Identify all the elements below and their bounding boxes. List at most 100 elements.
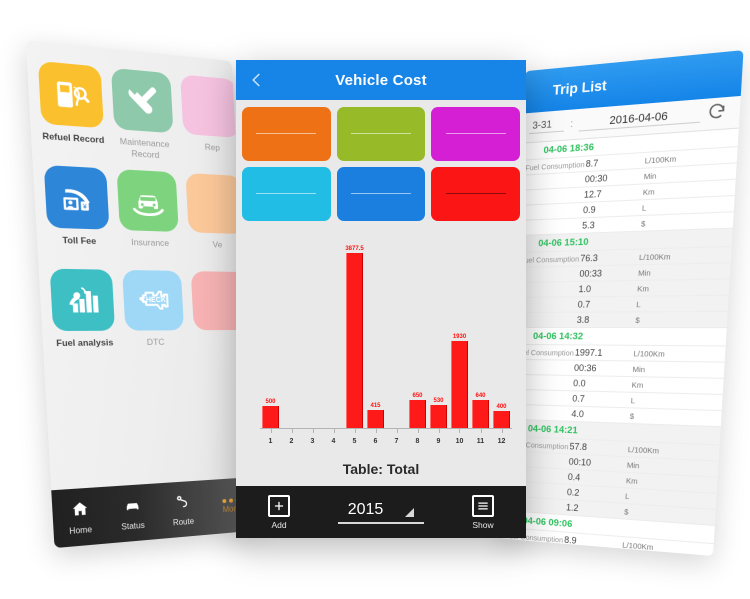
trip-entry[interactable]: 04-06 18:36 Fuel Consumption 8.7 L/100Km 00:… (515, 128, 739, 237)
chart-caption: Table: Total (342, 461, 420, 477)
bar-column: 415 (366, 243, 384, 429)
trip-metric-label (519, 274, 579, 275)
cost-card-toll-fee[interactable] (336, 107, 426, 161)
cost-card-divider (445, 193, 506, 194)
bar (492, 410, 510, 429)
cost-summary-cards (236, 100, 526, 225)
x-axis-tick-mark (459, 429, 461, 433)
bar (450, 341, 468, 429)
bar-value-label: 530 (433, 397, 444, 404)
plus-icon (268, 494, 290, 517)
trip-metric-unit: L/100Km (627, 444, 660, 456)
car-status-icon (123, 495, 142, 519)
trip-metric-row: 0.7 L (511, 294, 729, 312)
trip-metric-value: 00:30 (584, 172, 608, 185)
trip-metric-value: 1997.1 (574, 347, 603, 358)
trip-metric-unit: L (636, 299, 641, 309)
show-button[interactable]: Show (440, 494, 526, 530)
app-tile-rep[interactable]: Rep (180, 74, 241, 172)
refresh-icon[interactable] (706, 100, 732, 126)
toll-booth-icon: ¥ (43, 164, 110, 230)
nav-item-label: Route (172, 516, 195, 527)
bar (345, 253, 363, 429)
date-from-field[interactable]: 3-31 (529, 118, 565, 135)
app-tile-label: Refuel Record (42, 130, 105, 146)
trip-metric-unit: L (641, 202, 647, 213)
app-tile-label: Ve (212, 239, 223, 250)
x-axis-tick-mark (291, 429, 293, 433)
bar-value-label: 500 (265, 399, 276, 406)
page-title: Vehicle Cost (335, 71, 427, 89)
app-tile-insurance[interactable]: Insurance (116, 169, 181, 267)
app-tile-fuel-analysis[interactable]: Fuel analysis (49, 268, 117, 368)
app-tile-label: Rep (204, 141, 221, 153)
x-axis-tick-label: 3 (310, 438, 315, 445)
nav-item-home[interactable]: Home (52, 498, 108, 537)
app-tile-maintenance-record[interactable]: Maintenance Record (110, 67, 175, 168)
bottom-nav-bar: Home Status Route More (51, 477, 257, 549)
promo-composite: Refuel Record Maintenance Record Rep ¥ Toll … (0, 0, 750, 599)
show-button-label: Show (472, 519, 494, 530)
bar (261, 406, 279, 429)
x-axis-tick-label: 11 (476, 438, 485, 445)
trip-metric-value: 5.3 (581, 219, 596, 231)
x-axis-tick-label: 6 (373, 438, 378, 445)
bar-column: 500 (261, 243, 279, 429)
trip-metric-label: Fuel Consumption (525, 159, 585, 173)
trip-metric-row: 3.8 $ (510, 310, 728, 328)
trip-metric-value: 8.7 (585, 157, 599, 170)
trip-metric-unit: Km (637, 283, 650, 294)
add-button[interactable]: Add (236, 494, 322, 530)
trip-timestamp: 04-06 14:32 (532, 330, 584, 343)
trip-metric-unit: $ (635, 314, 641, 325)
x-axis-tick-mark (417, 429, 419, 433)
app-tile-label: DTC (146, 336, 165, 348)
trip-entry[interactable]: 04-06 15:10 Fuel Consumption 76.3 L/100Km 00… (510, 228, 733, 329)
bar (471, 399, 489, 429)
car-hand-icon (116, 169, 179, 232)
bar-column: 650 (408, 243, 426, 429)
app-tile-label: Maintenance Record (119, 135, 170, 160)
cost-card-repair-fee[interactable] (242, 107, 331, 161)
cost-card-fuel-cost[interactable] (242, 167, 331, 221)
app-tile-toll-fee[interactable]: ¥ Toll Fee (43, 164, 112, 266)
trip-metric-unit: Km (631, 379, 644, 390)
cost-card-insurance[interactable] (431, 107, 520, 161)
cost-card-total[interactable] (431, 167, 520, 221)
bar-value-label: 3877.5 (345, 246, 364, 253)
bar-column: 3877.5 (345, 243, 364, 429)
cost-card-divider (256, 193, 317, 194)
trip-metric-value: 00:19 (563, 549, 586, 556)
trip-list[interactable]: 04-06 18:36 Fuel Consumption 8.7 L/100Km 00:… (499, 128, 739, 556)
right-phone-screen: Trip List 3-31 : 2016-04-06 04-06 18:36 F… (499, 50, 744, 556)
bar (408, 399, 426, 429)
trip-metric-unit: L/100Km (622, 539, 654, 552)
bar-column: 530 (429, 243, 447, 429)
trip-metric-label (519, 289, 579, 290)
left-phone-screen: Refuel Record Maintenance Record Rep ¥ Toll … (25, 40, 257, 549)
trip-metric-value: 0.7 (577, 299, 591, 310)
x-axis-tick-mark (270, 429, 272, 433)
route-pin-icon (173, 492, 191, 516)
bar-value-label: 415 (370, 403, 381, 410)
nav-item-route[interactable]: Route (157, 491, 208, 528)
year-selector[interactable]: 2015 (322, 501, 440, 524)
app-tile-refuel-record[interactable]: Refuel Record (37, 60, 106, 164)
date-to-field[interactable]: 2016-04-06 (578, 107, 701, 132)
chevron-left-icon[interactable] (248, 71, 266, 89)
x-axis-tick-label: 10 (455, 438, 464, 445)
app-grid: Refuel Record Maintenance Record Rep ¥ Toll … (26, 53, 253, 490)
trip-entry[interactable]: 04-06 14:32 Fuel Consumption 1997.1 L/100Km… (505, 327, 727, 428)
trip-metric-unit: Km (642, 186, 655, 197)
chart-plot-area: 500 3877.5 415 650 530 1930 640 400 (260, 243, 512, 429)
x-axis-tick-label: 7 (394, 438, 399, 445)
trip-metric-label (524, 195, 584, 198)
triangle-up-icon (405, 507, 415, 517)
app-tile-dtc[interactable]: CHECK DTC (122, 269, 186, 366)
x-axis-tick-mark (501, 429, 503, 433)
trip-metric-label: Fuel Consumption (519, 253, 580, 265)
trip-entry[interactable]: 04-06 14:21 Fuel Consumption 57.8 L/100Km 00… (500, 419, 721, 527)
cost-card-maintenance[interactable] (336, 167, 426, 221)
nav-item-status[interactable]: Status (105, 494, 158, 532)
trip-metric-unit: $ (640, 218, 646, 229)
